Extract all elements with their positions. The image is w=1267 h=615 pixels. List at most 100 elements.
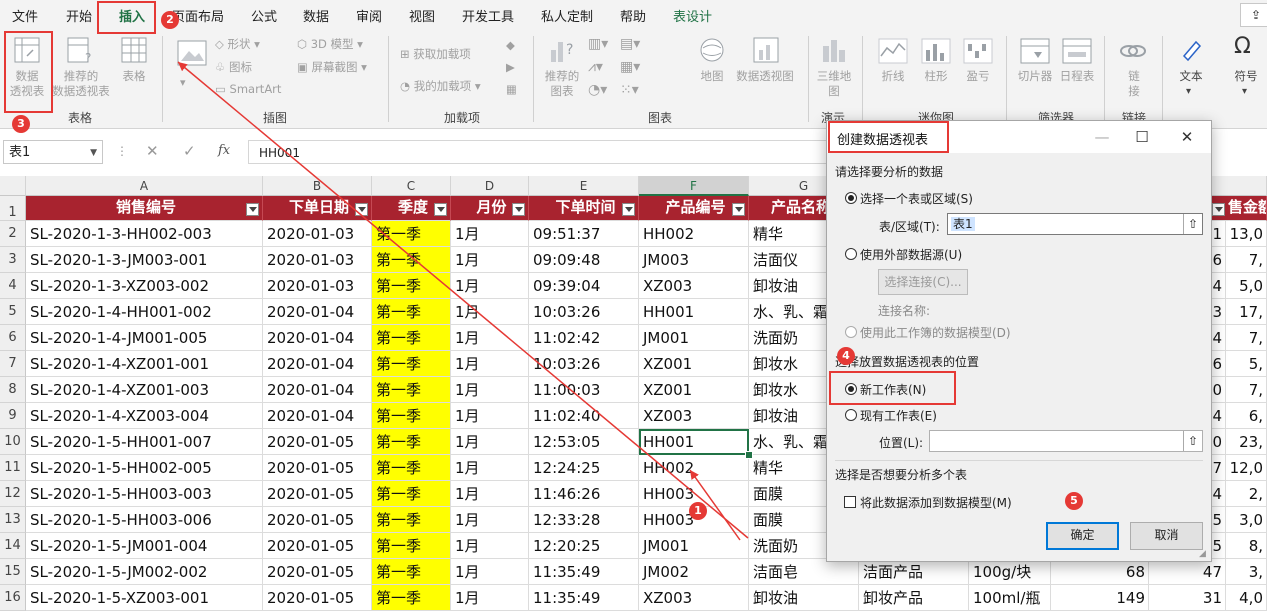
table-cell-c[interactable]: 第一季 [372, 585, 451, 611]
column-header-f[interactable]: F [639, 176, 749, 196]
choose-connection-button[interactable]: 选择连接(C)... [878, 269, 968, 295]
table-cell-c[interactable]: 第一季 [372, 403, 451, 429]
row-header[interactable]: 12 [0, 481, 26, 507]
table-cell-e[interactable]: 12:20:25 [529, 533, 639, 559]
filter-dropdown-icon[interactable] [732, 203, 745, 216]
table-cell-i[interactable]: 100ml/瓶 [969, 585, 1051, 611]
table-cell-a[interactable]: SL-2020-1-5-HH002-005 [26, 455, 263, 481]
table-cell-b[interactable]: 2020-01-05 [263, 585, 372, 611]
text-dropdown-icon[interactable]: ▾ [1186, 86, 1191, 97]
maximize-icon[interactable]: ☐ [1127, 125, 1157, 149]
table-cell-a[interactable]: SL-2020-1-5-HH003-006 [26, 507, 263, 533]
radio-existing-worksheet-label[interactable]: 现有工作表(E) [860, 407, 937, 424]
symbol-button[interactable]: 符号 [1227, 69, 1265, 84]
table-cell-a[interactable]: SL-2020-1-4-HH001-002 [26, 299, 263, 325]
header-sales-id[interactable]: 销售编号 [26, 196, 263, 221]
table-cell-a[interactable]: SL-2020-1-4-XZ001-003 [26, 377, 263, 403]
table-cell-b[interactable]: 2020-01-05 [263, 533, 372, 559]
menu-developer[interactable]: 开发工具 [462, 6, 514, 25]
header-month[interactable]: 月份 [451, 196, 529, 221]
screenshot-button[interactable]: ▣ 屏幕截图 ▾ [297, 59, 367, 75]
menu-help[interactable]: 帮助 [620, 6, 646, 25]
filter-dropdown-icon[interactable] [1212, 203, 1225, 216]
row-header-1[interactable]: 1 [0, 196, 26, 221]
map-button[interactable]: 地图 [694, 69, 730, 84]
table-cell-c[interactable]: 第一季 [372, 377, 451, 403]
table-cell-l[interactable]: 23, [1226, 429, 1267, 455]
table-cell-d[interactable]: 1月 [451, 481, 529, 507]
table-cell-e[interactable]: 09:09:48 [529, 247, 639, 273]
header-product-id[interactable]: 产品编号 [639, 196, 749, 221]
table-cell-d[interactable]: 1月 [451, 247, 529, 273]
link-button[interactable]: 链 接 [1120, 69, 1148, 99]
menu-page-layout[interactable]: 页面布局 [172, 6, 224, 25]
close-icon[interactable]: ✕ [1172, 125, 1202, 149]
table-cell-h[interactable]: 卸妆产品 [859, 585, 969, 611]
table-cell-f[interactable]: XZ003 [639, 585, 749, 611]
row-header[interactable]: 7 [0, 351, 26, 377]
table-cell-k[interactable]: 47 [1149, 559, 1226, 585]
header-sales-amount[interactable]: 售金额 [1210, 196, 1267, 221]
table-cell-a[interactable]: SL-2020-1-5-XZ003-001 [26, 585, 263, 611]
table-cell-b[interactable]: 2020-01-04 [263, 403, 372, 429]
table-cell-f[interactable]: HH002 [639, 221, 749, 247]
table-cell-a[interactable]: SL-2020-1-4-XZ003-004 [26, 403, 263, 429]
header-order-date[interactable]: 下单日期 [263, 196, 372, 221]
table-cell-b[interactable]: 2020-01-05 [263, 481, 372, 507]
add-to-model-label[interactable]: 将此数据添加到数据模型(M) [860, 494, 1012, 511]
menu-view[interactable]: 视图 [409, 6, 435, 25]
collapse-dialog-icon[interactable]: ⇧ [1183, 214, 1202, 234]
row-header[interactable]: 8 [0, 377, 26, 403]
visio-icon[interactable]: ◆ [506, 38, 515, 52]
table-cell-e[interactable]: 12:53:05 [529, 429, 639, 455]
people-graph-icon[interactable]: ▦ [506, 82, 517, 96]
column-header-a[interactable]: A [26, 176, 263, 196]
hierarchy-chart-icon[interactable]: ▤▾ [620, 36, 640, 52]
header-quarter[interactable]: 季度 [372, 196, 451, 221]
table-button[interactable]: 表格 [118, 69, 150, 84]
sparkline-winloss-button[interactable]: 盈亏 [961, 69, 995, 84]
table-cell-e[interactable]: 11:02:40 [529, 403, 639, 429]
row-header[interactable]: 10 [0, 429, 26, 455]
column-chart-icon[interactable]: ▥▾ [588, 36, 608, 52]
table-cell-f[interactable]: JM002 [639, 559, 749, 585]
table-cell-d[interactable]: 1月 [451, 559, 529, 585]
table-cell-c[interactable]: 第一季 [372, 325, 451, 351]
radio-external-label[interactable]: 使用外部数据源(U) [860, 246, 962, 263]
table-cell-c[interactable]: 第一季 [372, 559, 451, 585]
table-cell-e[interactable]: 10:03:26 [529, 299, 639, 325]
table-cell-l[interactable]: 4,0 [1226, 585, 1267, 611]
radio-data-model-label[interactable]: 使用此工作簿的数据模型(D) [860, 324, 1011, 341]
table-cell-c[interactable]: 第一季 [372, 429, 451, 455]
table-cell-l[interactable]: 3, [1226, 559, 1267, 585]
menu-data[interactable]: 数据 [303, 6, 329, 25]
icons-button[interactable]: ♧ 图标 [215, 59, 252, 75]
table-cell-e[interactable]: 12:33:28 [529, 507, 639, 533]
minimize-icon[interactable]: — [1087, 125, 1117, 149]
table-cell-f[interactable]: XZ001 [639, 351, 749, 377]
shapes-button[interactable]: ◇ 形状 ▾ [215, 36, 260, 52]
table-cell-j[interactable]: 149 [1051, 585, 1149, 611]
cancel-icon[interactable]: ✕ [146, 142, 159, 160]
table-cell-c[interactable]: 第一季 [372, 507, 451, 533]
table-cell-g[interactable]: 卸妆油 [749, 585, 859, 611]
table-cell-b[interactable]: 2020-01-04 [263, 377, 372, 403]
table-cell-l[interactable]: 5, [1226, 351, 1267, 377]
table-cell-l[interactable]: 7, [1226, 325, 1267, 351]
table-cell-f[interactable]: JM003 [639, 247, 749, 273]
column-header-c[interactable]: C [372, 176, 451, 196]
row-header[interactable]: 16 [0, 585, 26, 611]
row-header[interactable]: 5 [0, 299, 26, 325]
table-cell-b[interactable]: 2020-01-05 [263, 429, 372, 455]
table-cell-l[interactable]: 7, [1226, 247, 1267, 273]
symbol-dropdown-icon[interactable]: ▾ [1242, 86, 1247, 97]
collapse-dialog-icon[interactable]: ⇧ [1183, 431, 1202, 451]
table-cell-b[interactable]: 2020-01-03 [263, 221, 372, 247]
table-cell-a[interactable]: SL-2020-1-5-JM002-002 [26, 559, 263, 585]
table-cell-a[interactable]: SL-2020-1-5-JM001-004 [26, 533, 263, 559]
table-cell-b[interactable]: 2020-01-05 [263, 559, 372, 585]
table-cell-e[interactable]: 09:51:37 [529, 221, 639, 247]
slicer-button[interactable]: 切片器 [1014, 69, 1056, 84]
table-cell-a[interactable]: SL-2020-1-4-JM001-005 [26, 325, 263, 351]
smartart-button[interactable]: ▭ SmartArt [215, 82, 281, 96]
